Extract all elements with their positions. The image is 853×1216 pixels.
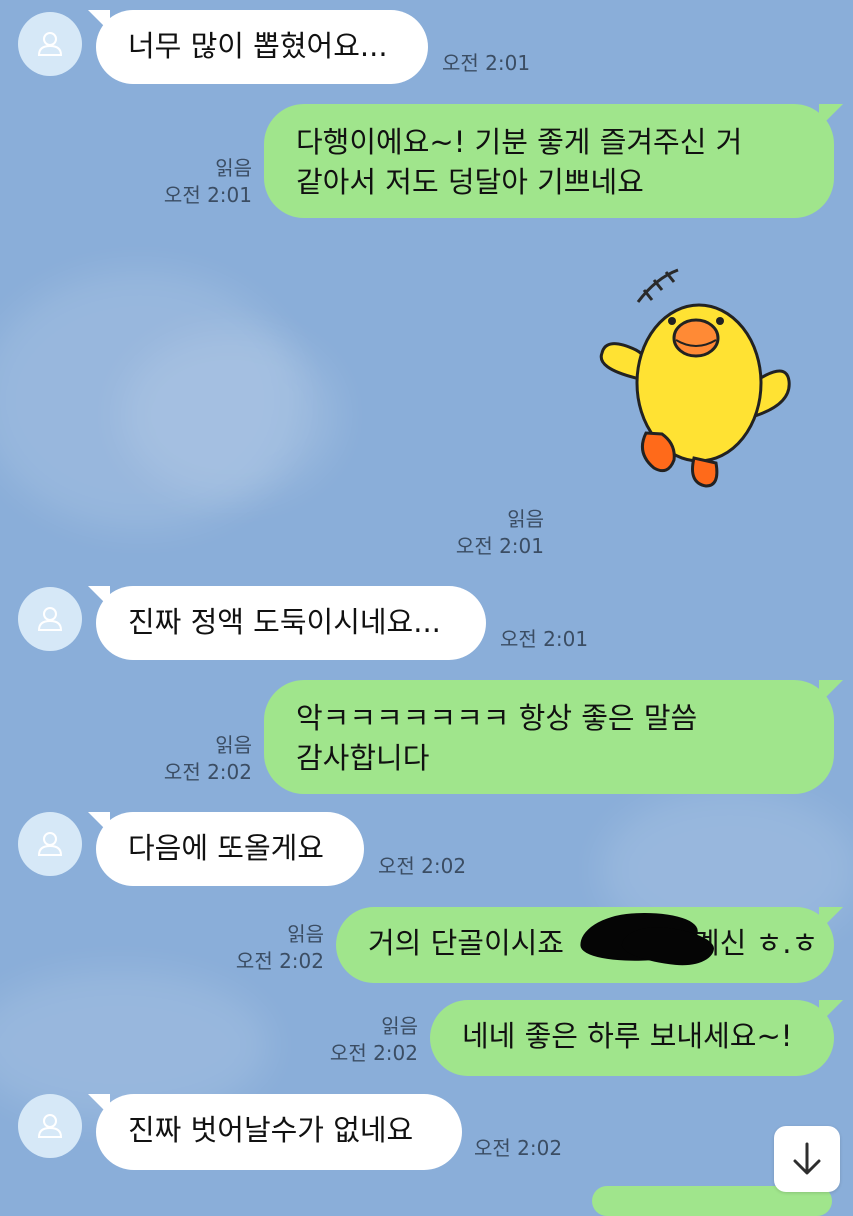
avatar[interactable] [18,1094,82,1158]
read-receipt: 읽음 [215,733,252,757]
message-bubble-sent[interactable]: 네네 좋은 하루 보내세요~! [430,1000,834,1076]
message-bubble-received[interactable]: 진짜 정액 도둑이시네요... [96,586,486,660]
user-silhouette-icon [37,607,63,631]
message-meta: 읽음 오전 2:01 [440,506,544,560]
message-text: 진짜 벗어날수가 없네요 [128,1113,414,1147]
message-time: 오전 2:02 [378,854,467,878]
message-bubble-received[interactable]: 다음에 또올게요 [96,812,364,886]
message-bubble-sent[interactable]: 악ㅋㅋㅋㅋㅋㅋㅋ 항상 좋은 말씀 감사합니다 [264,680,834,794]
read-receipt: 읽음 [507,507,544,531]
message-meta: 읽음 오전 2:02 [220,921,324,975]
user-silhouette-icon [37,832,63,856]
avatar[interactable] [18,12,82,76]
message-time: 오전 2:01 [442,51,531,75]
message-bubble-sent[interactable]: 다행이에요~! 기분 좋게 즐겨주신 거 같아서 저도 덩달아 기쁘네요 [264,104,834,218]
message-text: 진짜 정액 도둑이시네요... [128,605,441,639]
read-receipt: 읽음 [381,1014,418,1038]
message-meta: 읽음 오전 2:01 [150,155,252,209]
message-text: 악ㅋㅋㅋㅋㅋㅋㅋ 항상 좋은 말씀 [296,701,698,735]
read-receipt: 읽음 [287,922,324,946]
message-bubble-received[interactable]: 너무 많이 뽑혔어요... [96,10,428,84]
message-time: 오전 2:01 [455,534,544,558]
message-time: 오전 2:02 [474,1136,563,1160]
scroll-to-bottom-button[interactable] [774,1126,840,1192]
message-time: 오전 2:02 [329,1041,418,1065]
message-time: 오전 2:02 [235,949,324,973]
user-silhouette-icon [37,1114,63,1138]
chick-drawing [599,268,791,488]
avatar[interactable] [18,812,82,876]
message-text: 같아서 저도 덩달아 기쁘네요 [296,165,644,199]
message-text: 다행이에요~! 기분 좋게 즐겨주신 거 [296,125,743,159]
message-meta: 읽음 오전 2:02 [314,1013,418,1067]
read-receipt: 읽음 [215,156,252,180]
message-time: 오전 2:01 [500,627,589,651]
message-text: 거의 단골이시죠 [368,926,564,960]
arrow-down-icon [793,1142,821,1175]
avatar[interactable] [18,587,82,651]
message-text: 네네 좋은 하루 보내세요~! [462,1019,793,1053]
message-text: 다음에 또올게요 [128,831,324,865]
message-text: 감사합니다 [296,741,430,775]
user-silhouette-icon [37,32,63,56]
background-cloud [120,330,340,500]
message-bubble-received[interactable]: 진짜 벗어날수가 없네요 [96,1094,462,1170]
message-text: 너무 많이 뽑혔어요... [128,29,388,63]
yellow-chick-sticker[interactable] [596,258,796,490]
message-time: 오전 2:02 [163,760,252,784]
message-time: 오전 2:01 [163,183,252,207]
message-meta: 읽음 오전 2:02 [150,732,252,786]
